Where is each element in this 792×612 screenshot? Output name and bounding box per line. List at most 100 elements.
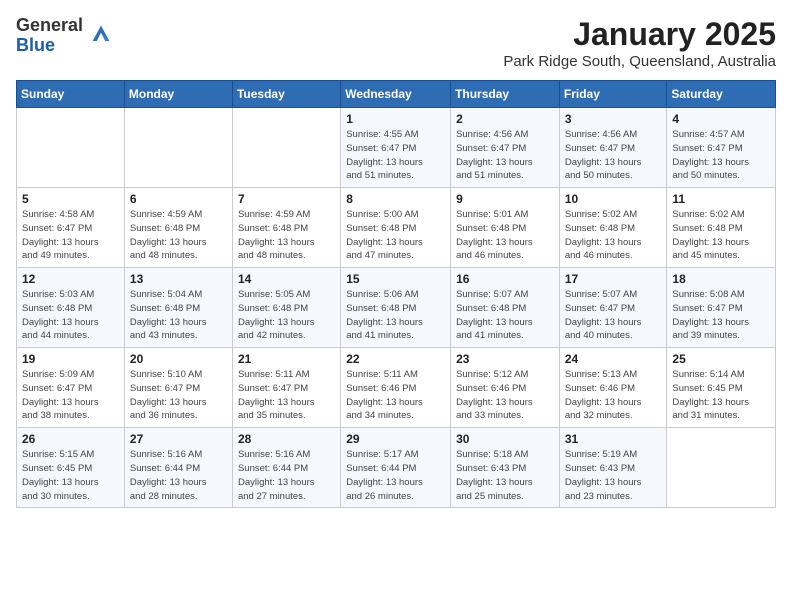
day-info: Sunrise: 4:59 AM Sunset: 6:48 PM Dayligh… <box>238 208 335 263</box>
day-number: 14 <box>238 272 335 286</box>
day-info: Sunrise: 4:55 AM Sunset: 6:47 PM Dayligh… <box>346 128 445 183</box>
day-number: 20 <box>130 352 227 366</box>
day-info: Sunrise: 4:56 AM Sunset: 6:47 PM Dayligh… <box>456 128 554 183</box>
day-cell: 25 Sunrise: 5:14 AM Sunset: 6:45 PM Dayli… <box>667 348 776 428</box>
day-info: Sunrise: 5:08 AM Sunset: 6:47 PM Dayligh… <box>672 288 770 343</box>
day-number: 31 <box>565 432 662 446</box>
day-info: Sunrise: 5:09 AM Sunset: 6:47 PM Dayligh… <box>22 368 119 423</box>
day-info: Sunrise: 4:58 AM Sunset: 6:47 PM Dayligh… <box>22 208 119 263</box>
weekday-header-friday: Friday <box>559 81 667 108</box>
day-cell: 26Sunrise: 5:15 AM Sunset: 6:45 PM Dayli… <box>17 428 125 508</box>
day-cell: 18Sunrise: 5:08 AM Sunset: 6:47 PM Dayli… <box>667 268 776 348</box>
day-number: 26 <box>22 432 119 446</box>
day-number: 16 <box>456 272 554 286</box>
day-info: Sunrise: 5:14 AM Sunset: 6:45 PM Dayligh… <box>672 368 770 423</box>
day-cell: 31 Sunrise: 5:19 AM Sunset: 6:43 PM Dayli… <box>559 428 667 508</box>
day-cell: 7Sunrise: 4:59 AM Sunset: 6:48 PM Daylig… <box>232 188 340 268</box>
week-row-5: 26Sunrise: 5:15 AM Sunset: 6:45 PM Dayli… <box>17 428 776 508</box>
day-info: Sunrise: 4:56 AM Sunset: 6:47 PM Dayligh… <box>565 128 662 183</box>
day-cell <box>124 108 232 188</box>
day-info: Sunrise: 5:13 AM Sunset: 6:46 PM Dayligh… <box>565 368 662 423</box>
day-cell: 20 Sunrise: 5:10 AM Sunset: 6:47 PM Dayli… <box>124 348 232 428</box>
day-number: 23 <box>456 352 554 366</box>
day-info: Sunrise: 5:07 AM Sunset: 6:47 PM Dayligh… <box>565 288 662 343</box>
day-cell <box>17 108 125 188</box>
day-cell: 11Sunrise: 5:02 AM Sunset: 6:48 PM Dayli… <box>667 188 776 268</box>
day-cell: 24 Sunrise: 5:13 AM Sunset: 6:46 PM Dayli… <box>559 348 667 428</box>
week-row-1: 1 Sunrise: 4:55 AM Sunset: 6:47 PM Daylig… <box>17 108 776 188</box>
day-number: 25 <box>672 352 770 366</box>
day-info: Sunrise: 5:00 AM Sunset: 6:48 PM Dayligh… <box>346 208 445 263</box>
day-cell: 14 Sunrise: 5:05 AM Sunset: 6:48 PM Dayli… <box>232 268 340 348</box>
day-info: Sunrise: 5:01 AM Sunset: 6:48 PM Dayligh… <box>456 208 554 263</box>
day-cell: 17 Sunrise: 5:07 AM Sunset: 6:47 PM Dayli… <box>559 268 667 348</box>
day-info: Sunrise: 5:12 AM Sunset: 6:46 PM Dayligh… <box>456 368 554 423</box>
day-number: 1 <box>346 112 445 126</box>
day-number: 28 <box>238 432 335 446</box>
day-cell: 12 Sunrise: 5:03 AM Sunset: 6:48 PM Dayli… <box>17 268 125 348</box>
day-info: Sunrise: 5:16 AM Sunset: 6:44 PM Dayligh… <box>130 448 227 503</box>
day-number: 3 <box>565 112 662 126</box>
day-info: Sunrise: 5:11 AM Sunset: 6:47 PM Dayligh… <box>238 368 335 423</box>
day-cell: 8 Sunrise: 5:00 AM Sunset: 6:48 PM Daylig… <box>341 188 451 268</box>
logo-icon <box>87 20 115 48</box>
day-info: Sunrise: 5:19 AM Sunset: 6:43 PM Dayligh… <box>565 448 662 503</box>
day-cell: 21 Sunrise: 5:11 AM Sunset: 6:47 PM Dayli… <box>232 348 340 428</box>
day-info: Sunrise: 4:57 AM Sunset: 6:47 PM Dayligh… <box>672 128 770 183</box>
day-number: 29 <box>346 432 445 446</box>
weekday-header-thursday: Thursday <box>451 81 560 108</box>
day-number: 9 <box>456 192 554 206</box>
day-number: 2 <box>456 112 554 126</box>
day-info: Sunrise: 5:06 AM Sunset: 6:48 PM Dayligh… <box>346 288 445 343</box>
day-cell <box>667 428 776 508</box>
day-cell: 13 Sunrise: 5:04 AM Sunset: 6:48 PM Dayli… <box>124 268 232 348</box>
day-info: Sunrise: 5:05 AM Sunset: 6:48 PM Dayligh… <box>238 288 335 343</box>
day-info: Sunrise: 5:10 AM Sunset: 6:47 PM Dayligh… <box>130 368 227 423</box>
day-number: 8 <box>346 192 445 206</box>
weekday-header-monday: Monday <box>124 81 232 108</box>
day-number: 15 <box>346 272 445 286</box>
day-info: Sunrise: 5:17 AM Sunset: 6:44 PM Dayligh… <box>346 448 445 503</box>
day-number: 12 <box>22 272 119 286</box>
day-cell: 28 Sunrise: 5:16 AM Sunset: 6:44 PM Dayli… <box>232 428 340 508</box>
day-number: 24 <box>565 352 662 366</box>
day-info: Sunrise: 5:04 AM Sunset: 6:48 PM Dayligh… <box>130 288 227 343</box>
logo-general: General <box>16 15 83 35</box>
day-cell: 2 Sunrise: 4:56 AM Sunset: 6:47 PM Daylig… <box>451 108 560 188</box>
week-row-3: 12 Sunrise: 5:03 AM Sunset: 6:48 PM Dayli… <box>17 268 776 348</box>
page-header: General Blue January 2025 Park Ridge Sou… <box>16 16 776 70</box>
day-number: 4 <box>672 112 770 126</box>
day-cell: 9 Sunrise: 5:01 AM Sunset: 6:48 PM Daylig… <box>451 188 560 268</box>
weekday-header-sunday: Sunday <box>17 81 125 108</box>
day-info: Sunrise: 5:11 AM Sunset: 6:46 PM Dayligh… <box>346 368 445 423</box>
logo-blue: Blue <box>16 35 55 55</box>
day-cell: 23 Sunrise: 5:12 AM Sunset: 6:46 PM Dayli… <box>451 348 560 428</box>
day-cell: 1 Sunrise: 4:55 AM Sunset: 6:47 PM Daylig… <box>341 108 451 188</box>
day-number: 10 <box>565 192 662 206</box>
day-cell: 15 Sunrise: 5:06 AM Sunset: 6:48 PM Dayli… <box>341 268 451 348</box>
day-number: 21 <box>238 352 335 366</box>
day-info: Sunrise: 5:03 AM Sunset: 6:48 PM Dayligh… <box>22 288 119 343</box>
day-number: 22 <box>346 352 445 366</box>
day-cell: 30 Sunrise: 5:18 AM Sunset: 6:43 PM Dayli… <box>451 428 560 508</box>
day-cell: 16 Sunrise: 5:07 AM Sunset: 6:48 PM Dayli… <box>451 268 560 348</box>
day-cell: 22 Sunrise: 5:11 AM Sunset: 6:46 PM Dayli… <box>341 348 451 428</box>
day-info: Sunrise: 5:07 AM Sunset: 6:48 PM Dayligh… <box>456 288 554 343</box>
day-cell: 10 Sunrise: 5:02 AM Sunset: 6:48 PM Dayli… <box>559 188 667 268</box>
day-cell: 27Sunrise: 5:16 AM Sunset: 6:44 PM Dayli… <box>124 428 232 508</box>
weekday-header-saturday: Saturday <box>667 81 776 108</box>
day-number: 17 <box>565 272 662 286</box>
calendar-table: SundayMondayTuesdayWednesdayThursdayFrid… <box>16 80 776 508</box>
day-number: 6 <box>130 192 227 206</box>
day-cell: 29 Sunrise: 5:17 AM Sunset: 6:44 PM Dayli… <box>341 428 451 508</box>
day-info: Sunrise: 5:02 AM Sunset: 6:48 PM Dayligh… <box>565 208 662 263</box>
month-title: January 2025 <box>503 16 776 53</box>
day-cell: 19Sunrise: 5:09 AM Sunset: 6:47 PM Dayli… <box>17 348 125 428</box>
day-number: 30 <box>456 432 554 446</box>
day-info: Sunrise: 5:18 AM Sunset: 6:43 PM Dayligh… <box>456 448 554 503</box>
day-info: Sunrise: 5:02 AM Sunset: 6:48 PM Dayligh… <box>672 208 770 263</box>
day-number: 5 <box>22 192 119 206</box>
day-info: Sunrise: 4:59 AM Sunset: 6:48 PM Dayligh… <box>130 208 227 263</box>
day-info: Sunrise: 5:16 AM Sunset: 6:44 PM Dayligh… <box>238 448 335 503</box>
day-number: 13 <box>130 272 227 286</box>
